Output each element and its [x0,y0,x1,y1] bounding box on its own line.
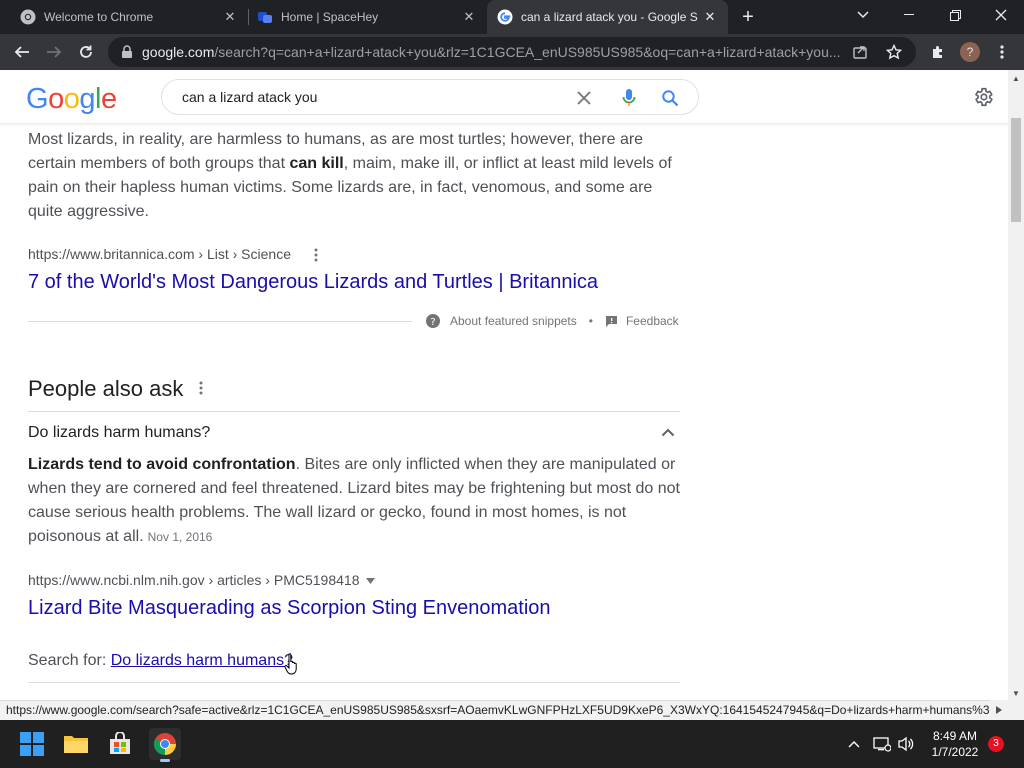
folder-icon [64,736,88,753]
svg-text:?: ? [430,317,435,328]
more-options-icon[interactable] [309,248,323,262]
minimize-button[interactable] [886,0,932,30]
windows-taskbar: 8:49 AM 1/7/2022 3 [0,720,1024,768]
google-logo[interactable]: Google [26,83,117,116]
tab-title: Welcome to Chrome [44,10,154,24]
taskbar-clock[interactable]: 8:49 AM 1/7/2022 [926,728,984,760]
tab-title: Home | SpaceHey [281,10,379,24]
tab-spacehey[interactable]: Home | SpaceHey ✕ [237,0,487,34]
start-button[interactable] [16,728,48,760]
store-icon [110,732,130,754]
search-input[interactable]: can a lizard atack you [182,89,572,105]
microphone-icon[interactable] [619,88,639,108]
address-url: google.com/search?q=can+a+lizard+atack+y… [142,44,841,60]
file-explorer-button[interactable] [60,728,92,760]
divider [28,321,412,322]
search-for-line: Search for: Do lizards harm humans? [28,652,293,669]
scroll-up-icon[interactable]: ▲ [1012,75,1020,83]
about-featured-snippets-link[interactable]: About featured snippets [450,314,577,328]
help-icon: ? [426,314,440,328]
chevron-down-icon [857,11,869,19]
featured-snippet-text: Most lizards, in reality, are harmless t… [28,131,672,220]
volume-icon[interactable] [896,734,916,754]
featured-snippet-cite: https://www.britannica.com › List › Scie… [28,246,291,262]
forward-button[interactable] [42,40,66,64]
search-for-link[interactable]: Do lizards harm humans? [111,652,293,669]
clock-time: 8:49 AM [932,729,978,743]
chrome-taskbar-button[interactable] [149,728,181,762]
show-hidden-icons-button[interactable] [844,734,864,754]
arrow-right-icon [47,46,62,58]
bookmark-star-icon[interactable] [886,44,902,60]
address-bar[interactable]: google.com/search?q=can+a+lizard+atack+y… [108,37,916,67]
restore-button[interactable] [932,0,978,30]
chrome-menu-button[interactable] [990,40,1014,64]
notification-badge[interactable]: 3 [988,736,1004,752]
google-icon [497,9,513,25]
paa-question[interactable]: Do lizards harm humans? [28,424,210,442]
close-tab-icon[interactable]: ✕ [702,9,718,25]
feedback-icon [605,315,617,327]
close-window-button[interactable] [978,0,1024,30]
scrollbar-thumb[interactable] [1011,118,1021,222]
clock-date: 1/7/2022 [931,745,979,759]
chevron-up-icon[interactable] [661,428,675,437]
close-icon [995,9,1007,21]
google-header: Google can a lizard atack you [0,70,1008,124]
windows-logo-icon [20,732,44,756]
paa-result-link[interactable]: Lizard Bite Masquerading as Scorpion Sti… [28,597,551,620]
more-options-icon[interactable] [194,381,208,395]
hand-cursor-icon [284,653,297,675]
puzzle-icon [933,46,942,58]
browser-toolbar: google.com/search?q=can+a+lizard+atack+y… [0,34,1024,70]
paa-answer: Lizards tend to avoid confrontation. Bit… [28,456,680,545]
more-vert-icon [1000,45,1004,59]
search-results: Most lizards, in reality, are harmless t… [0,124,1008,700]
arrow-left-icon [14,46,29,58]
network-icon[interactable] [872,734,892,754]
close-tab-icon[interactable]: ✕ [461,9,477,25]
share-icon[interactable] [852,44,868,60]
reload-icon [80,45,92,58]
vertical-scrollbar[interactable]: ▲ ▼ [1008,70,1024,700]
tab-strip: Welcome to Chrome ✕ Home | SpaceHey ✕ ca… [0,0,1024,34]
reload-button[interactable] [74,40,98,64]
chevron-up-icon [848,741,860,748]
profile-avatar[interactable]: ? [960,42,980,62]
extensions-button[interactable] [926,40,950,64]
paa-result-cite: https://www.ncbi.nlm.nih.gov › articles … [28,572,360,588]
spacehey-icon [257,9,273,25]
divider [28,682,680,683]
search-box[interactable]: can a lizard atack you [161,79,699,115]
restore-icon [949,9,961,21]
featured-snippet-meta: ? About featured snippets • Feedback [426,314,679,328]
link-status-bar: https://www.google.com/search?safe=activ… [0,700,1008,720]
paa-answer-date: Nov 1, 2016 [147,530,213,544]
store-button[interactable] [104,728,136,760]
close-tab-icon[interactable]: ✕ [222,9,238,25]
settings-gear-icon[interactable] [972,86,994,108]
scroll-right-icon [996,706,1002,714]
back-button[interactable] [10,40,34,64]
lock-icon [122,45,132,58]
caret-down-icon[interactable] [366,578,375,584]
horizontal-scroll-arrow[interactable] [990,700,1024,720]
chrome-icon [154,733,176,755]
tab-welcome-to-chrome[interactable]: Welcome to Chrome ✕ [0,0,248,34]
scroll-down-icon[interactable]: ▼ [1012,690,1020,698]
divider [28,411,680,412]
people-also-ask-title: People also ask [28,376,184,401]
tab-search-button[interactable] [840,0,886,30]
clear-search-icon[interactable] [574,88,594,108]
new-tab-button[interactable]: + [738,7,758,28]
featured-snippet-link[interactable]: 7 of the World's Most Dangerous Lizards … [28,271,598,294]
minimize-icon [904,14,914,15]
tab-google-search[interactable]: can a lizard atack you - Google S ✕ [487,0,728,34]
search-icon[interactable] [660,88,680,108]
tab-title: can a lizard atack you - Google S [521,10,698,24]
meta-separator: • [588,314,593,328]
chrome-icon [20,9,36,25]
feedback-link[interactable]: Feedback [626,314,679,328]
